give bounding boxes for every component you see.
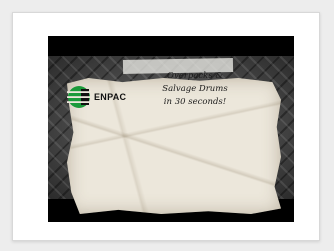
headline-line-2: Salvage Drums [162,84,228,94]
video-player[interactable] [48,36,294,222]
brand-name: ENPAC [94,92,127,102]
enpac-globe-logo-icon [67,86,91,108]
headline-line-3: in 30 seconds! [163,97,227,107]
headline-line-1: Overpacks & [167,71,223,81]
video-headline: Overpacks & Salvage Drums in 30 seconds! [150,70,240,109]
